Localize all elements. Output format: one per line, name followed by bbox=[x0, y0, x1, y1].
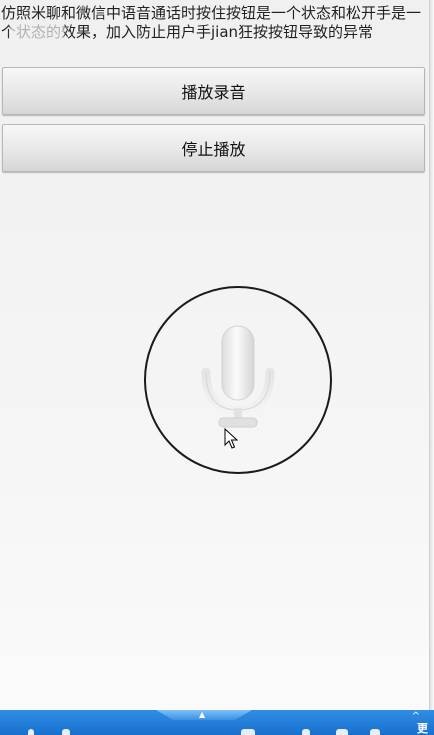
tray-expand-icon[interactable]: ^ bbox=[412, 712, 420, 722]
taskbar-icon[interactable] bbox=[28, 729, 34, 735]
taskbar-icon[interactable] bbox=[62, 729, 70, 735]
stop-playback-button[interactable]: 停止播放 bbox=[2, 124, 425, 172]
mouse-pointer-icon bbox=[224, 428, 238, 449]
play-recording-button[interactable]: 播放录音 bbox=[2, 67, 425, 115]
taskbar: ▲ ^ 更 bbox=[0, 710, 434, 735]
taskbar-icon[interactable] bbox=[241, 729, 255, 735]
description-text: 仿照米聊和微信中语音通话时按住按钮是一个状态和松开手是一个状态的效果，加入防止用… bbox=[1, 4, 422, 41]
taskbar-icon[interactable] bbox=[370, 729, 380, 735]
caret-up-icon[interactable]: ▲ bbox=[199, 711, 205, 719]
window-right-edge bbox=[429, 0, 434, 710]
microphone-icon[interactable] bbox=[195, 320, 281, 438]
tray-text[interactable]: 更 bbox=[417, 723, 428, 735]
taskbar-icon[interactable] bbox=[336, 729, 348, 735]
taskbar-icon[interactable] bbox=[302, 729, 310, 735]
